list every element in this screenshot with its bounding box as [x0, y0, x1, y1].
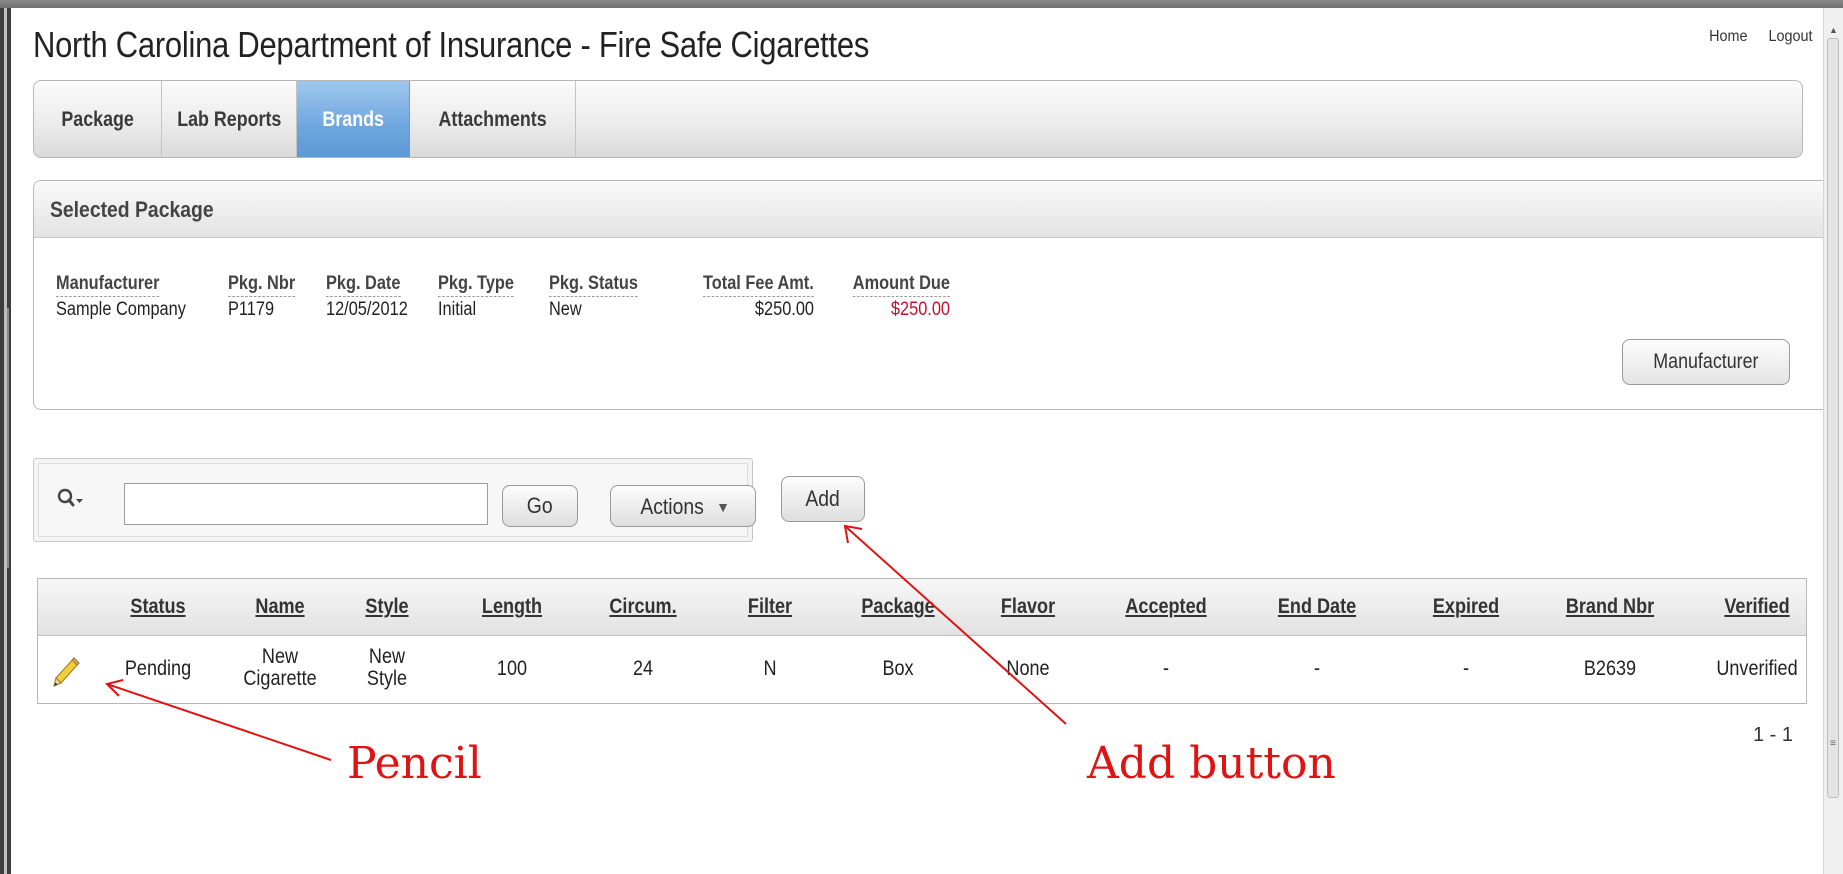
- actions-menu-button[interactable]: Actions ▼: [610, 485, 756, 527]
- field-value: New: [549, 299, 582, 320]
- field-value: $250.00: [890, 299, 950, 320]
- cell-length: 100: [496, 657, 528, 680]
- logout-link[interactable]: Logout: [1769, 28, 1813, 46]
- scroll-up-arrow-icon[interactable]: ▲: [1829, 26, 1838, 35]
- field-total-fee: Total Fee Amt. $250.00: [674, 273, 814, 321]
- col-flavor[interactable]: Flavor: [1001, 595, 1055, 619]
- cell-name: New Cigarette: [243, 646, 316, 690]
- pencil-icon[interactable]: [52, 656, 80, 688]
- col-length[interactable]: Length: [482, 595, 542, 619]
- cell-brand-nbr: B2639: [1583, 657, 1637, 680]
- field-pkg-nbr: Pkg. Nbr P1179: [228, 273, 306, 321]
- field-label: Pkg. Type: [438, 273, 514, 297]
- field-value: Initial: [438, 299, 477, 320]
- cell-end-date: -: [1313, 657, 1321, 680]
- pencil-annotation-label: Pencil: [347, 738, 482, 789]
- region-title: Selected Package: [50, 197, 214, 222]
- region-header: Selected Package: [34, 181, 1823, 238]
- field-label: Pkg. Nbr: [228, 273, 296, 297]
- col-end-date[interactable]: End Date: [1278, 595, 1356, 619]
- field-label: Pkg. Status: [549, 273, 638, 297]
- col-expired[interactable]: Expired: [1433, 595, 1499, 619]
- cell-flavor: None: [1006, 657, 1050, 680]
- col-brand-nbr[interactable]: Brand Nbr: [1566, 595, 1654, 619]
- cell-package: Box: [882, 657, 914, 680]
- table-header: Status Name Style Length Circum. Filter …: [38, 579, 1806, 636]
- cell-status: Pending: [124, 657, 192, 680]
- manufacturer-button[interactable]: Manufacturer: [1622, 339, 1790, 385]
- field-pkg-date: Pkg. Date 12/05/2012: [326, 273, 421, 321]
- col-accepted[interactable]: Accepted: [1125, 595, 1206, 619]
- field-label: Manufacturer: [56, 273, 160, 297]
- page-title: North Carolina Department of Insurance -…: [33, 24, 870, 65]
- col-status[interactable]: Status: [130, 595, 185, 619]
- tab-bar: Package Lab Reports Brands Attachments: [33, 80, 1803, 158]
- top-nav-links: Home Logout: [1695, 28, 1815, 46]
- tab-lab-reports[interactable]: Lab Reports: [162, 81, 297, 157]
- vertical-scrollbar[interactable]: ▲ ≡: [1823, 8, 1843, 874]
- col-filter[interactable]: Filter: [748, 595, 792, 619]
- tab-attachments[interactable]: Attachments: [410, 81, 576, 157]
- tab-brands[interactable]: Brands: [297, 81, 410, 157]
- field-label: Pkg. Date: [326, 273, 401, 297]
- col-verified[interactable]: Verified: [1724, 595, 1789, 619]
- field-value: 12/05/2012: [326, 299, 408, 320]
- tab-package[interactable]: Package: [34, 81, 162, 157]
- search-input[interactable]: [124, 483, 488, 525]
- go-button[interactable]: Go: [502, 485, 578, 527]
- add-button-annotation-label: Add button: [1087, 738, 1336, 789]
- col-package[interactable]: Package: [861, 595, 934, 619]
- cell-circum: 24: [632, 657, 654, 680]
- field-manufacturer: Manufacturer Sample Company: [56, 273, 207, 321]
- cell-accepted: -: [1162, 657, 1170, 680]
- field-label: Total Fee Amt.: [703, 273, 814, 297]
- window-top-bar: [0, 0, 1843, 8]
- field-value: P1179: [228, 299, 275, 320]
- col-name[interactable]: Name: [255, 595, 304, 619]
- field-pkg-type: Pkg. Type Initial: [438, 273, 526, 321]
- field-value: Sample Company: [56, 299, 186, 320]
- cell-verified: Unverified: [1716, 657, 1798, 680]
- add-arrowhead: [843, 524, 863, 544]
- pagination-label: 1 - 1: [1752, 724, 1793, 746]
- field-value: $250.00: [754, 299, 814, 320]
- search-bar: Go Actions ▼: [33, 458, 756, 542]
- brands-report-table: Status Name Style Length Circum. Filter …: [37, 578, 1807, 704]
- page-content: North Carolina Department of Insurance -…: [11, 8, 1823, 874]
- cell-expired: -: [1462, 657, 1470, 680]
- col-circum[interactable]: Circum.: [609, 595, 676, 619]
- scroll-grip-icon: ≡: [1830, 738, 1836, 749]
- field-pkg-status: Pkg. Status New: [549, 273, 652, 321]
- caret-down-icon: ▼: [716, 499, 730, 515]
- field-amount-due: Amount Due $250.00: [832, 273, 950, 321]
- col-style[interactable]: Style: [365, 595, 408, 619]
- window-left-edge: [0, 8, 11, 874]
- home-link[interactable]: Home: [1709, 28, 1747, 46]
- cell-style: New Style: [367, 646, 407, 690]
- table-row: Pending New Cigarette New Style 100 24 N…: [38, 636, 1806, 703]
- add-button[interactable]: Add: [781, 476, 865, 522]
- selected-package-region: Selected Package Manufacturer Sample Com…: [33, 180, 1823, 410]
- cell-style-line1: New: [368, 645, 406, 668]
- cell-style-line2: Style: [366, 667, 408, 690]
- cell-name-line2: Cigarette: [243, 667, 317, 690]
- field-label: Amount Due: [852, 273, 950, 297]
- search-icon[interactable]: [56, 487, 84, 511]
- scrollbar-thumb[interactable]: ≡: [1827, 38, 1839, 798]
- cell-filter: N: [763, 657, 777, 680]
- browser-window: North Carolina Department of Insurance -…: [0, 0, 1843, 874]
- cell-name-line1: New: [261, 645, 299, 668]
